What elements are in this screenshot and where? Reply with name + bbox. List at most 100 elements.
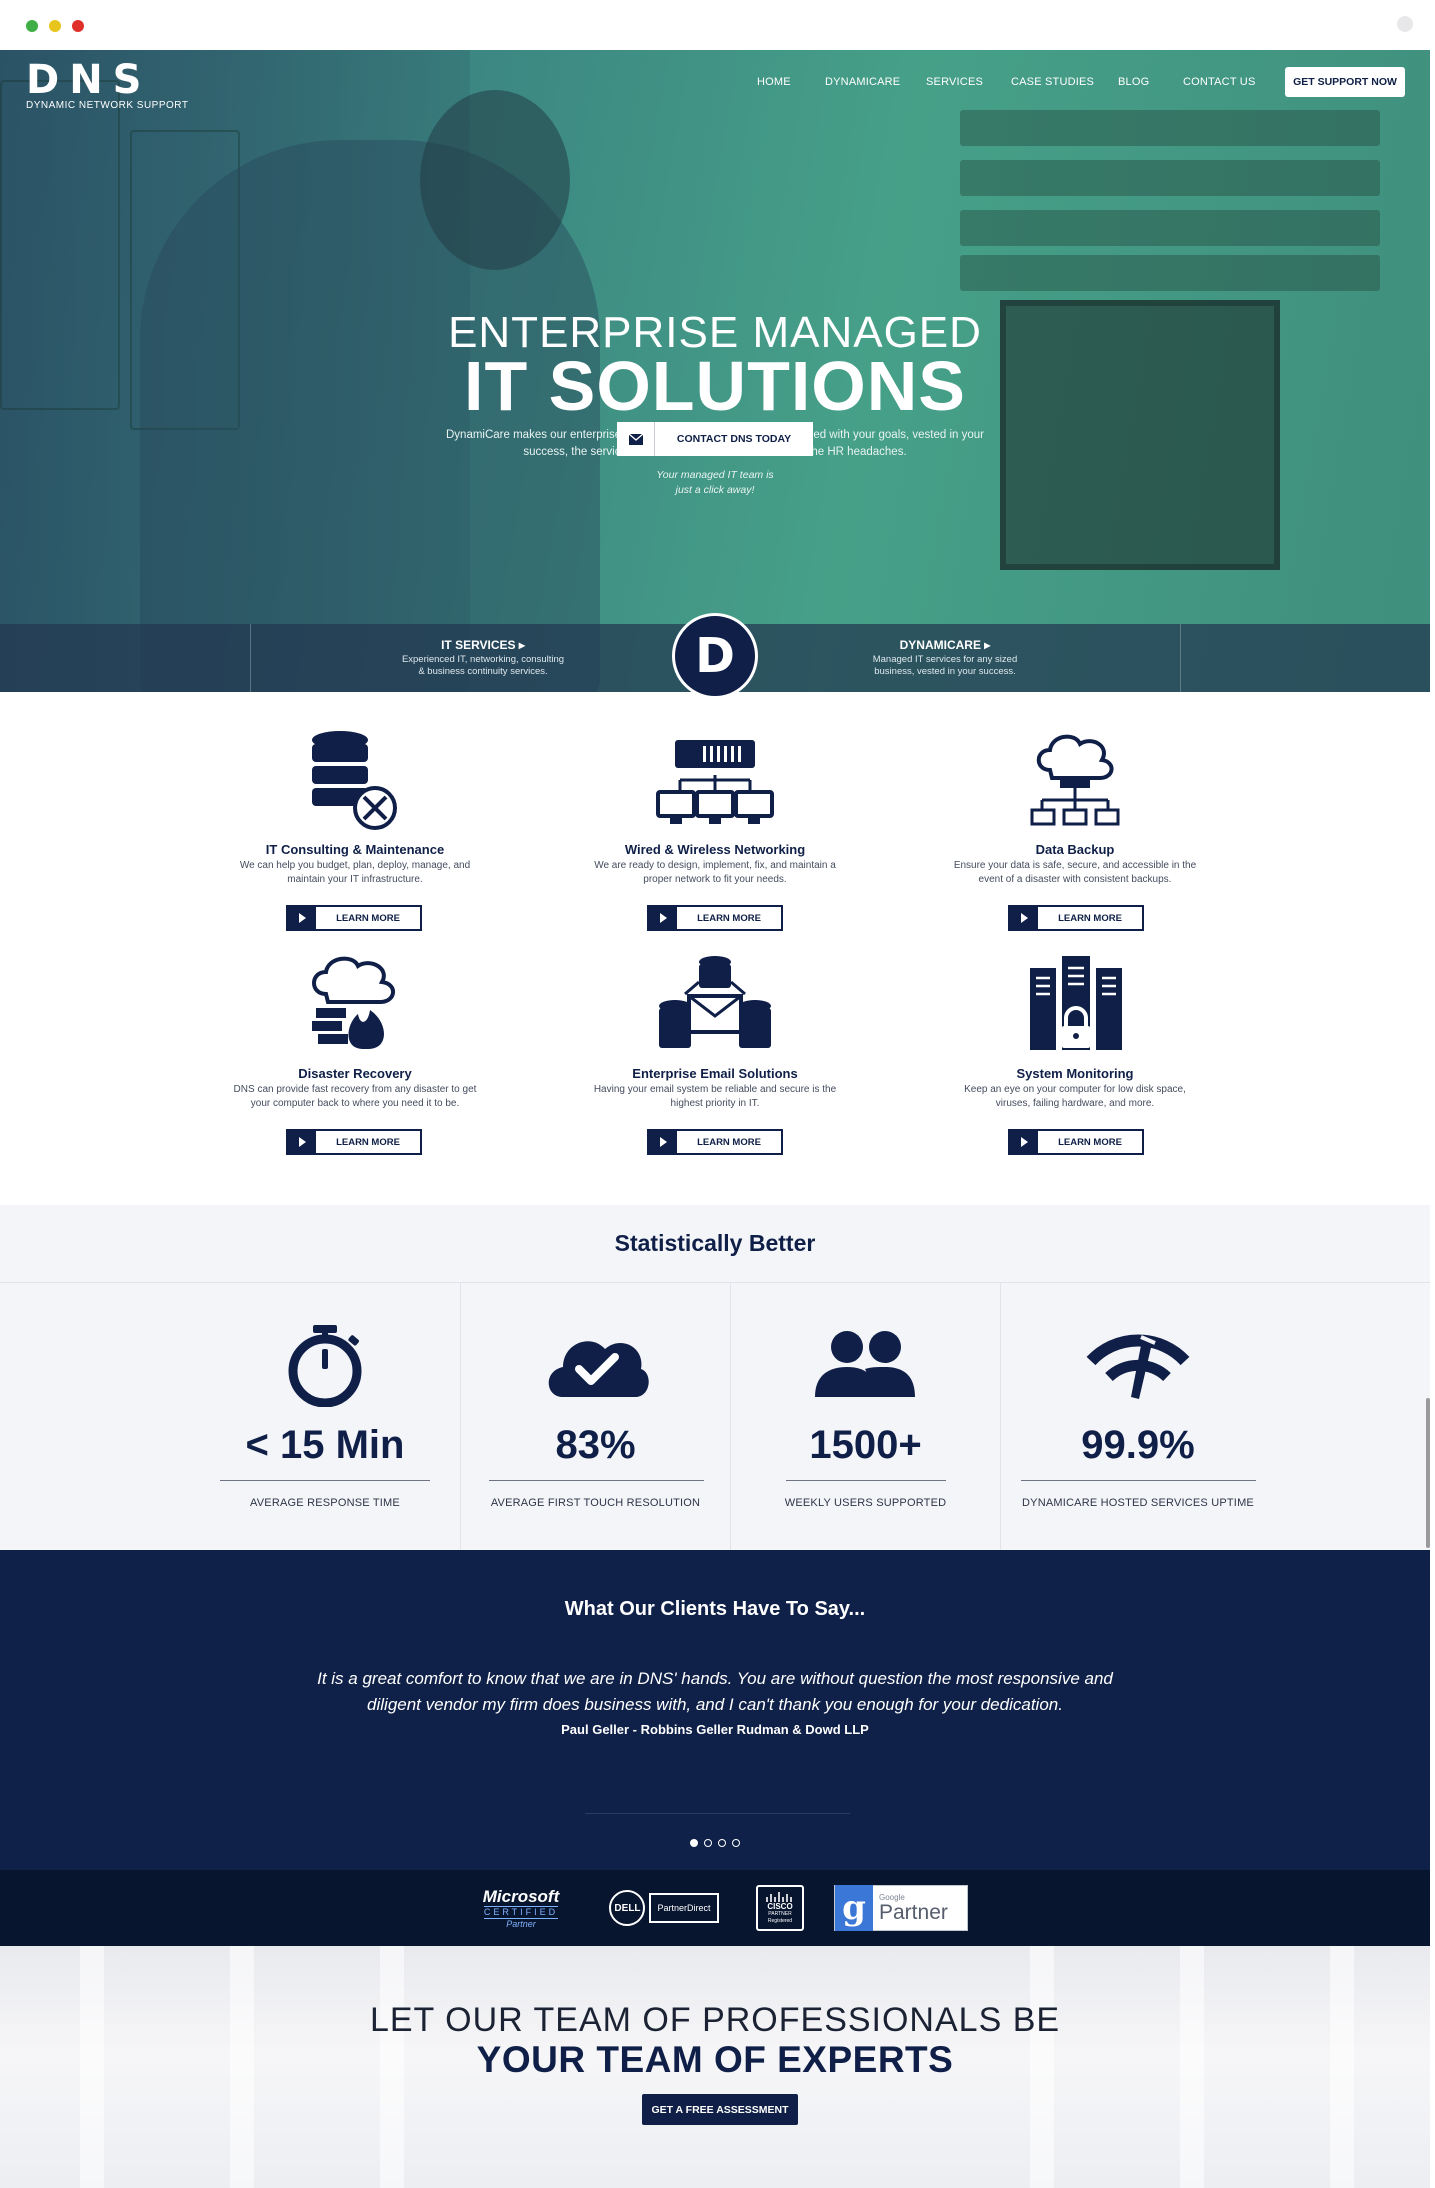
window-zoom-button[interactable] — [26, 20, 38, 32]
service-card-disaster-recovery: Disaster Recovery DNS can provide fast r… — [185, 954, 525, 1111]
play-icon — [649, 1131, 677, 1153]
cisco-partner: PARTNER — [768, 1911, 792, 1917]
learn-more-button-email[interactable]: LEARN MORE — [647, 1129, 783, 1155]
learn-more-label: LEARN MORE — [697, 912, 761, 924]
cisco-partner-logo: CISCO PARTNER Registered — [756, 1885, 804, 1931]
carousel-dot-1[interactable] — [690, 1839, 698, 1847]
database-tools-icon — [185, 730, 525, 830]
stat-value: 1500+ — [809, 1423, 922, 1467]
testimonial-separator — [585, 1813, 850, 1814]
learn-more-button-system-monitoring[interactable]: LEARN MORE — [1008, 1129, 1144, 1155]
cloud-check-icon — [461, 1325, 730, 1405]
contact-dns-button[interactable]: CONTACT DNS TODAY — [617, 422, 813, 456]
nav-dynamicare[interactable]: DYNAMICARE — [825, 76, 900, 88]
stopwatch-icon — [190, 1325, 460, 1407]
logo-tagline: DYNAMIC NETWORK SUPPORT — [26, 100, 189, 111]
service-card-system-monitoring: System Monitoring Keep an eye on your co… — [905, 954, 1245, 1111]
page-scrollbar[interactable] — [1426, 1398, 1430, 1548]
dynamicare-link[interactable]: DYNAMICARE ▸ Managed IT services for any… — [845, 638, 1045, 678]
google-partner: Partner — [879, 1900, 948, 1924]
nav-contact-us[interactable]: CONTACT US — [1183, 76, 1256, 88]
service-desc-1: Ensure your data is safe, secure, and ac… — [953, 860, 1197, 871]
stat-weekly-users: 1500+ WEEKLY USERS SUPPORTED — [730, 1283, 1000, 1550]
play-icon — [1010, 907, 1038, 929]
service-desc-1: DNS can provide fast recovery from any d… — [233, 1084, 477, 1095]
learn-more-label: LEARN MORE — [336, 1136, 400, 1148]
free-assessment-button[interactable]: GET A FREE ASSESSMENT — [642, 2094, 798, 2125]
window-minimize-button[interactable] — [49, 20, 61, 32]
service-title: Data Backup — [1035, 842, 1115, 857]
service-title: IT Consulting & Maintenance — [265, 842, 445, 857]
learn-more-label: LEARN MORE — [697, 1136, 761, 1148]
service-card-networking: Wired & Wireless Networking We are ready… — [545, 730, 885, 887]
service-desc-2: proper network to fit your needs. — [643, 874, 787, 885]
dell-partnerdirect: PartnerDirect — [649, 1893, 719, 1923]
hero-person-head — [420, 90, 570, 270]
get-support-now-button[interactable]: GET SUPPORT NOW — [1285, 67, 1405, 97]
dns-badge-logo[interactable]: D — [672, 613, 758, 699]
fire-cloud-icon — [185, 954, 525, 1054]
carousel-dot-4[interactable] — [732, 1839, 740, 1847]
users-icon — [731, 1325, 1000, 1405]
it-services-link[interactable]: IT SERVICES ▸ Experienced IT, networking… — [383, 638, 583, 678]
service-card-data-backup: Data Backup Ensure your data is safe, se… — [905, 730, 1245, 887]
hero-title-line2: IT SOLUTIONS — [464, 347, 966, 425]
it-services-title: IT SERVICES ▸ — [441, 638, 525, 652]
it-services-desc-1: Experienced IT, networking, consulting — [401, 654, 565, 665]
google-g-icon: g — [835, 1885, 873, 1931]
bar-divider — [1180, 624, 1181, 692]
service-desc-2: maintain your IT infrastructure. — [287, 874, 423, 885]
service-desc-2: viruses, failing hardware, and more. — [995, 1098, 1155, 1109]
hero-tagline-line1: Your managed IT team is — [656, 469, 774, 481]
service-desc-1: We can help you budget, plan, deploy, ma… — [239, 860, 471, 871]
dynamicare-title: DYNAMICARE ▸ — [899, 638, 991, 652]
carousel-dot-2[interactable] — [704, 1839, 712, 1847]
nav-services[interactable]: SERVICES — [926, 76, 983, 88]
service-card-email: Enterprise Email Solutions Having your e… — [545, 954, 885, 1111]
carousel-dot-3[interactable] — [718, 1839, 726, 1847]
gauge-icon — [1001, 1325, 1275, 1405]
learn-more-button-it-consulting[interactable]: LEARN MORE — [286, 905, 422, 931]
service-desc-2: highest priority in IT. — [670, 1098, 760, 1109]
carousel-dots — [0, 1839, 1430, 1847]
cisco-registered: Registered — [767, 1918, 793, 1924]
stat-label: AVERAGE FIRST TOUCH RESOLUTION — [490, 1497, 701, 1509]
learn-more-label: LEARN MORE — [1058, 1136, 1122, 1148]
learn-more-button-networking[interactable]: LEARN MORE — [647, 905, 783, 931]
stat-rule — [1021, 1480, 1256, 1481]
server-slot — [960, 210, 1380, 246]
bar-divider — [250, 624, 251, 692]
dynamicare-desc-1: Managed IT services for any sized — [872, 654, 1018, 665]
service-card-it-consulting: IT Consulting & Maintenance We can help … — [185, 730, 525, 887]
play-icon — [288, 907, 316, 929]
hero-tagline-line2: just a click away! — [675, 484, 755, 496]
stat-label: AVERAGE RESPONSE TIME — [250, 1497, 400, 1509]
microsoft-partner-logo: Microsoft CERTIFIED Partner — [470, 1885, 572, 1931]
hero-tagline: Your managed IT team is just a click awa… — [615, 468, 815, 498]
stat-value: 83% — [555, 1423, 636, 1467]
dell-name: DELL — [609, 1890, 646, 1926]
server-slot — [960, 160, 1380, 196]
nav-blog[interactable]: BLOG — [1118, 76, 1149, 88]
cisco-name: CISCO — [767, 1902, 793, 1911]
stat-rule — [220, 1480, 430, 1481]
dns-logo[interactable]: DNS DYNAMIC NETWORK SUPPORT — [26, 60, 188, 111]
play-icon — [288, 1131, 316, 1153]
chrome-circle-icon — [1397, 16, 1413, 32]
stat-value: < 15 Min — [245, 1423, 405, 1467]
nav-case-studies[interactable]: CASE STUDIES — [1011, 76, 1094, 88]
stat-uptime: 99.9% DYNAMICARE HOSTED SERVICES UPTIME — [1000, 1283, 1275, 1550]
learn-more-button-disaster-recovery[interactable]: LEARN MORE — [286, 1129, 422, 1155]
service-desc-1: Keep an eye on your computer for low dis… — [964, 1084, 1186, 1095]
learn-more-button-data-backup[interactable]: LEARN MORE — [1008, 905, 1144, 931]
play-icon — [649, 907, 677, 929]
envelope-icon — [617, 422, 655, 456]
cta-section: LET OUR TEAM OF PROFESSIONALS BE YOUR TE… — [0, 1946, 1430, 2188]
testimonial-quote-line2: diligent vendor my firm does business wi… — [367, 1695, 1063, 1714]
partners-bar: Microsoft CERTIFIED Partner DELL Partner… — [0, 1870, 1430, 1946]
testimonial-quote-line1: It is a great comfort to know that we ar… — [317, 1669, 1113, 1688]
nav-home[interactable]: HOME — [757, 76, 791, 88]
stat-rule — [489, 1480, 704, 1481]
server-lock-icon — [905, 954, 1245, 1054]
window-close-button[interactable] — [72, 20, 84, 32]
